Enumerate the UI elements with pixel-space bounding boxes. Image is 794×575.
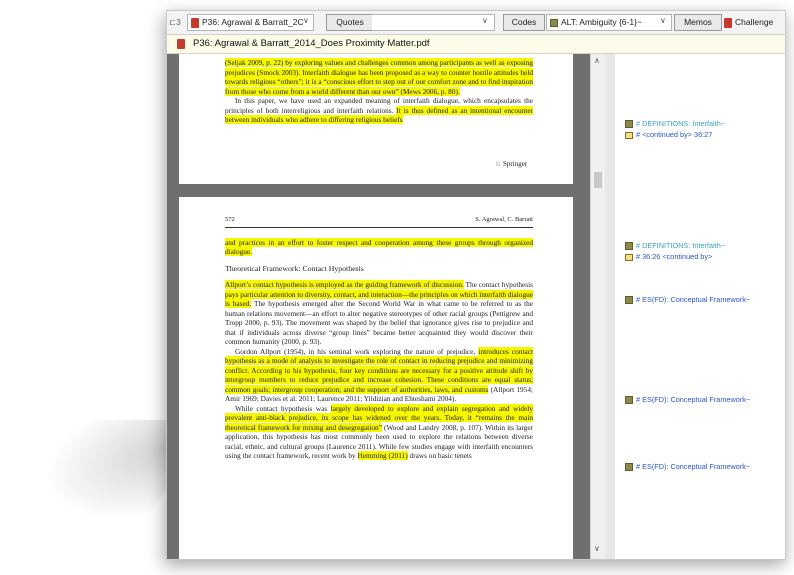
document-pane[interactable]: (Seljak 2009, p. 22) by exploring values…: [167, 54, 590, 559]
margin-strip: [605, 54, 615, 559]
springer-horse-icon: ♘: [495, 160, 502, 168]
highlighted-quote[interactable]: (Seljak 2009, p. 22) by exploring values…: [225, 58, 533, 96]
paragraph-text: The contact hypothesis: [463, 280, 534, 289]
link-label: # 36:26 <continued by>: [636, 252, 713, 261]
chevron-down-icon: ∨: [660, 16, 666, 25]
pdf-icon: [191, 17, 199, 28]
link-icon: [625, 131, 633, 139]
code-icon: [625, 463, 633, 472]
document-selector[interactable]: P36: Agrawal & Barratt_2C ∨: [187, 14, 314, 31]
highlighted-quote[interactable]: Hemming (2011): [357, 451, 408, 460]
paragraph-text: While contact hypothesis was: [235, 403, 331, 413]
paragraph-text: draws on basic tenets: [407, 451, 472, 460]
code-label: # DEFINITIONS: Interfaith~: [636, 241, 726, 250]
margin-memo-link[interactable]: # 36:26 <continued by>: [625, 252, 712, 261]
chevron-down-icon: ∨: [482, 16, 488, 25]
code-icon: [625, 120, 633, 129]
margin-code-definitions-interfaith[interactable]: # DEFINITIONS: Interfaith~: [625, 241, 726, 251]
publisher-logo: ♘ Springer: [495, 160, 527, 170]
margin-code-conceptual-framework[interactable]: # ES(FD): Conceptual Framework~: [625, 295, 751, 305]
code-label: # ES(FD): Conceptual Framework~: [636, 295, 751, 304]
code-selector-label: ALT: Ambiguity {6-1}~: [561, 17, 642, 27]
pdf-page-571: (Seljak 2009, p. 22) by exploring values…: [179, 54, 573, 184]
pdf-icon: [177, 39, 185, 49]
highlighted-quote[interactable]: Allport’s contact hypothesis is employed…: [225, 280, 464, 289]
pdf-page-572: 572 S. Agrawal, C. Barratt and practices…: [179, 197, 573, 559]
document-selector-label: P36: Agrawal & Barratt_2C: [202, 17, 304, 27]
codes-button[interactable]: Codes: [503, 14, 545, 31]
page-number: 572: [225, 216, 235, 223]
challenge-label: Challenge: [735, 17, 774, 27]
document-title-bar: P36: Agrawal & Barratt_2014_Does Proximi…: [167, 35, 785, 54]
scroll-down-icon[interactable]: ∨: [594, 544, 600, 553]
margin-code-conceptual-framework[interactable]: # ES(FD): Conceptual Framework~: [625, 395, 751, 405]
paragraph-text: The hypothesis emerged after the Second …: [225, 299, 533, 346]
code-label: # ES(FD): Conceptual Framework~: [636, 395, 751, 404]
code-label: # ES(FD): Conceptual Framework~: [636, 462, 751, 471]
document-scrollbar[interactable]: ∧ ∨: [590, 54, 605, 559]
toolbar: ⊏3 P36: Agrawal & Barratt_2C ∨ Quotes ∨ …: [167, 11, 785, 35]
memos-button[interactable]: Memos: [674, 14, 722, 31]
challenge-selector[interactable]: Challenge: [724, 16, 773, 29]
link-label: # <continued by> 36:27: [636, 130, 713, 139]
scrollbar-thumb[interactable]: [594, 172, 602, 188]
code-selector[interactable]: ALT: Ambiguity {6-1}~ ∨: [546, 14, 672, 31]
memo-book-icon: [724, 17, 732, 28]
paragraph-text: Gordon Allport (1954), in his seminal wo…: [235, 346, 479, 356]
atlas-ti-window: ⊏3 P36: Agrawal & Barratt_2C ∨ Quotes ∨ …: [166, 10, 786, 560]
link-icon: [625, 253, 633, 261]
margin-memo-link[interactable]: # <continued by> 36:27: [625, 130, 712, 139]
code-icon: [550, 18, 558, 27]
running-head: S. Agrawal, C. Barratt: [475, 216, 533, 223]
quotes-selector[interactable]: ∨: [372, 14, 495, 31]
chevron-down-icon: ∨: [303, 16, 309, 25]
highlighted-quote[interactable]: and practices in an effort to foster res…: [225, 237, 533, 256]
code-icon: [625, 396, 633, 405]
margin-code-definitions-interfaith[interactable]: # DEFINITIONS: Interfaith~: [625, 119, 726, 129]
running-header: 572 S. Agrawal, C. Barratt: [225, 215, 533, 228]
quotes-button[interactable]: Quotes: [326, 14, 374, 31]
scroll-up-icon[interactable]: ∧: [594, 56, 600, 65]
code-label: # DEFINITIONS: Interfaith~: [636, 119, 726, 128]
publisher-name: Springer: [503, 160, 528, 168]
toolbar-overflow-icon[interactable]: ⊏3: [169, 16, 181, 29]
document-title: P36: Agrawal & Barratt_2014_Does Proximi…: [193, 38, 430, 49]
section-title: Theoretical Framework: Contact Hypothesi…: [225, 263, 364, 273]
margin-code-conceptual-framework[interactable]: # ES(FD): Conceptual Framework~: [625, 462, 751, 472]
code-icon: [625, 242, 633, 251]
code-icon: [625, 296, 633, 305]
